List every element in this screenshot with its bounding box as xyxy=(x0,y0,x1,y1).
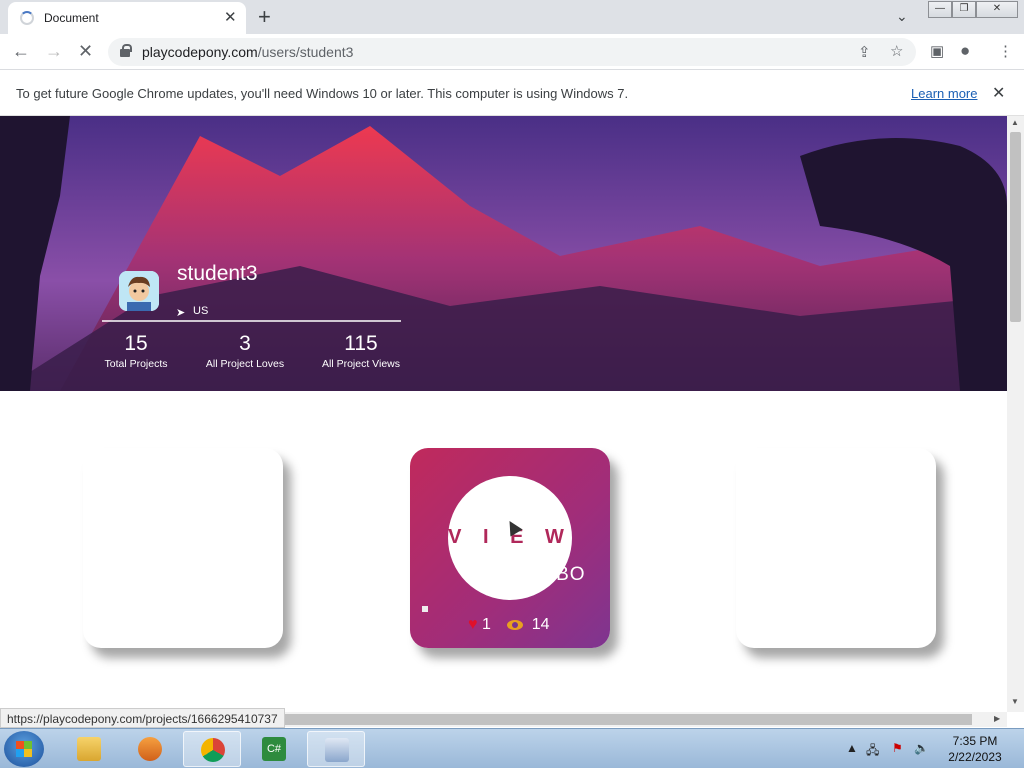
back-arrow-icon[interactable]: ← xyxy=(12,41,30,62)
media-player-icon xyxy=(138,737,162,761)
project-card-center[interactable]: ... with AIBO ♥ 1 14 V I E W xyxy=(410,448,610,648)
stat-label: All Project Loves xyxy=(205,358,285,370)
network-icon[interactable]: 🖧 xyxy=(866,741,879,762)
clock-date: 2/22/2023 xyxy=(948,750,1002,764)
infobar-close-icon[interactable]: ✕ xyxy=(992,83,1005,103)
location-arrow-icon: ➤ xyxy=(176,307,186,319)
small-project-icon xyxy=(422,606,428,612)
stat-label: All Project Views xyxy=(321,358,400,370)
profile-divider xyxy=(102,320,401,322)
browser-toolbar: ← → ✕ playcodepony.com/users/student3 ⇪ … xyxy=(0,34,1024,70)
infobar-message: To get future Google Chrome updates, you… xyxy=(16,86,629,101)
restore-button[interactable]: ❐ xyxy=(952,1,976,18)
lock-icon[interactable] xyxy=(120,44,132,57)
windows-logo-icon xyxy=(16,741,32,757)
stat-label: Total Projects xyxy=(104,358,168,370)
taskbar-chrome[interactable] xyxy=(183,731,241,767)
scroll-up-icon[interactable]: ▲ xyxy=(1011,118,1019,127)
project-card-right[interactable] xyxy=(736,448,936,648)
windows-taskbar: C# ▲ 🖧 ⚑ 🔈 7:35 PM 2/22/2023 xyxy=(0,728,1024,768)
minimize-button[interactable]: — xyxy=(928,1,952,18)
heart-icon: ♥ xyxy=(468,616,478,633)
clock-time: 7:35 PM xyxy=(952,734,998,748)
csharp-icon: C# xyxy=(262,737,286,761)
stat-value: 115 xyxy=(344,332,378,355)
share-icon[interactable]: ⇪ xyxy=(858,43,871,61)
vertical-scrollbar[interactable]: ▲ ▼ xyxy=(1007,116,1024,712)
side-panel-icon[interactable]: ▣ xyxy=(930,42,944,60)
tab-close-icon[interactable]: ✕ xyxy=(224,8,237,26)
stat-project-views: 115 All Project Views xyxy=(315,332,407,370)
avatar[interactable] xyxy=(119,271,159,311)
folder-icon xyxy=(77,737,101,761)
tab-search-chevron-icon[interactable]: ⌄ xyxy=(896,8,908,25)
action-center-icon[interactable]: ⚑ xyxy=(892,741,903,755)
keyboard-icon xyxy=(325,738,349,762)
taskbar-file-explorer[interactable] xyxy=(60,731,118,767)
stat-value: 15 xyxy=(124,332,148,355)
profile-username: student3 xyxy=(177,262,258,285)
project-loves-count: 1 xyxy=(481,616,491,633)
system-clock[interactable]: 7:35 PM 2/22/2023 xyxy=(940,733,1010,765)
eye-icon xyxy=(507,619,524,630)
scroll-down-icon[interactable]: ▼ xyxy=(1011,697,1019,706)
loading-spinner-icon xyxy=(20,11,34,25)
profile-location: US xyxy=(193,305,209,317)
stat-project-loves: 3 All Project Loves xyxy=(198,332,292,370)
status-bubble: https://playcodepony.com/projects/166629… xyxy=(0,708,285,728)
chrome-menu-icon[interactable]: ⋮ xyxy=(998,42,1013,60)
taskbar-media-player[interactable] xyxy=(121,731,179,767)
chrome-icon xyxy=(201,738,225,762)
url-text: playcodepony.com/users/student3 xyxy=(142,44,353,60)
learn-more-link[interactable]: Learn more xyxy=(911,86,977,101)
project-views-count: 14 xyxy=(531,616,550,633)
volume-icon[interactable]: 🔈 xyxy=(914,741,929,755)
tab-title: Document xyxy=(44,11,99,25)
forward-arrow-icon[interactable]: → xyxy=(45,41,63,62)
stat-value: 3 xyxy=(239,332,251,355)
stat-total-projects: 15 Total Projects xyxy=(100,332,172,370)
view-project-button[interactable]: V I E W xyxy=(448,476,572,600)
update-infobar: To get future Google Chrome updates, you… xyxy=(0,71,1024,116)
tray-expand-icon[interactable]: ▲ xyxy=(846,741,858,755)
browser-tab[interactable]: Document ✕ xyxy=(8,2,246,34)
vertical-scroll-thumb[interactable] xyxy=(1010,132,1021,322)
new-tab-button[interactable]: + xyxy=(258,4,271,30)
stop-loading-icon[interactable]: ✕ xyxy=(78,41,93,62)
project-card-stats: ♥ 1 14 xyxy=(468,616,550,634)
close-window-button[interactable]: ✕ xyxy=(976,1,1018,18)
url-host: playcodepony.com xyxy=(142,44,258,60)
taskbar-csharp[interactable]: C# xyxy=(245,731,303,767)
start-button[interactable] xyxy=(4,731,44,767)
horizontal-scroll-thumb[interactable] xyxy=(276,714,972,725)
project-card-left[interactable] xyxy=(83,448,283,648)
browser-tab-strip: Document ✕ + ⌄ — ❐ ✕ xyxy=(0,0,1024,34)
bookmark-star-icon[interactable]: ☆ xyxy=(890,42,903,60)
profile-avatar-icon[interactable]: ● xyxy=(960,41,970,61)
profile-banner: student3 ➤ US 15 Total Projects 3 All Pr… xyxy=(0,116,1007,391)
url-path: /users/student3 xyxy=(257,44,354,60)
scroll-right-icon[interactable]: ▶ xyxy=(994,714,1000,723)
address-bar[interactable]: playcodepony.com/users/student3 ⇪ ☆ xyxy=(108,38,916,66)
page-content: student3 ➤ US 15 Total Projects 3 All Pr… xyxy=(0,116,1007,712)
taskbar-keyboard-app[interactable] xyxy=(307,731,365,767)
